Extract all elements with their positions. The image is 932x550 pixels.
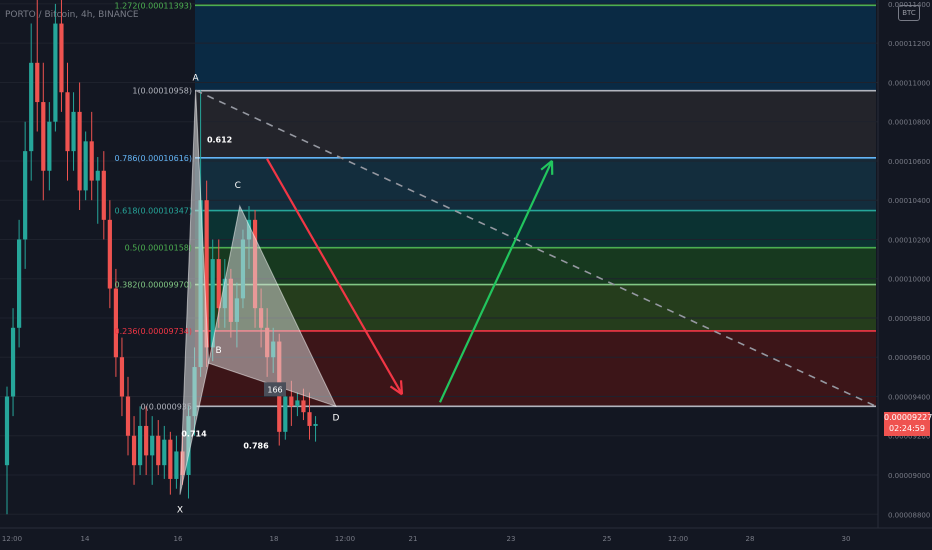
ratio-label: 0.612 bbox=[207, 135, 232, 144]
candle-body bbox=[313, 423, 318, 426]
price-chart[interactable]: 1.272(0.00011393) 1(0.00010958) 0.786(0.00… bbox=[0, 0, 932, 550]
candle-body bbox=[83, 141, 88, 191]
fib-zone-0.618 bbox=[195, 210, 876, 248]
currency-badge[interactable]: BTC bbox=[898, 5, 920, 21]
price-tick-label: 0.00010600 bbox=[888, 158, 930, 166]
time-tick-label: 21 bbox=[409, 535, 418, 543]
point-label-C: C bbox=[235, 181, 241, 191]
candle-body bbox=[95, 170, 100, 181]
price-tick-label: 0.00010800 bbox=[888, 119, 930, 127]
candle-body bbox=[168, 439, 173, 479]
candle-body bbox=[89, 141, 94, 181]
bar-countdown: 02:24:59 bbox=[889, 424, 925, 433]
candle-body bbox=[216, 259, 221, 309]
candle-body bbox=[119, 357, 125, 397]
fib-label-0.618: 0.618(0.00010347) bbox=[115, 207, 193, 216]
arrow-down-head bbox=[399, 380, 404, 395]
candle-body bbox=[307, 412, 312, 426]
fib-label-0: 0(0.0000935 bbox=[141, 402, 192, 411]
candle-body bbox=[77, 111, 82, 191]
price-tick-label: 0.00010400 bbox=[888, 197, 930, 205]
candle-body bbox=[156, 435, 161, 466]
candle-body bbox=[53, 23, 58, 122]
candle-body bbox=[4, 396, 10, 466]
price-tick-label: 0.00009000 bbox=[888, 472, 930, 480]
price-tick-label: 0.00009800 bbox=[888, 315, 930, 323]
time-axis-bg bbox=[0, 528, 932, 550]
fib-label-0.382: 0.382(0.00009970) bbox=[115, 281, 193, 290]
point-label-A: A bbox=[193, 73, 200, 83]
fib-label-0.5: 0.5(0.00010158) bbox=[125, 244, 192, 253]
candle-body bbox=[107, 219, 112, 289]
candle-body bbox=[10, 327, 16, 397]
time-tick-label: 30 bbox=[842, 535, 851, 543]
candle-body bbox=[150, 435, 155, 456]
candle-body bbox=[125, 396, 131, 436]
candle-body bbox=[144, 425, 149, 456]
price-tick-label: 0.00008800 bbox=[888, 511, 930, 519]
fib-zone-0.382 bbox=[195, 284, 876, 331]
time-tick-label: 28 bbox=[746, 535, 755, 543]
candle-body bbox=[65, 92, 70, 152]
candle-body bbox=[47, 121, 52, 171]
candle-body bbox=[301, 400, 306, 413]
price-tick-label: 0.00009600 bbox=[888, 354, 930, 362]
symbol-title: PORTO / Bitcoin, 4h, BINANCE bbox=[5, 10, 139, 20]
price-axis[interactable]: 0.000114000.000112000.000110000.00010800… bbox=[877, 0, 932, 550]
candle-body bbox=[162, 439, 167, 466]
time-tick-label: 14 bbox=[81, 535, 90, 543]
time-tick-label: 12:00 bbox=[335, 535, 355, 543]
time-axis[interactable]: 12:00 14 16 18 12:00 21 23 25 12:00 28 30 bbox=[0, 527, 932, 550]
candle-body bbox=[283, 396, 288, 432]
price-tick-label: 0.00011000 bbox=[888, 79, 930, 87]
price-tick-label: 0.00010000 bbox=[888, 276, 930, 284]
ratio-label: 166 bbox=[267, 385, 282, 394]
candle-body bbox=[71, 111, 76, 152]
candle-body bbox=[138, 425, 143, 466]
candle-body bbox=[59, 23, 64, 93]
ratio-label: 0.714 bbox=[181, 430, 207, 439]
fib-label-0.236: 0.236(0.00009734) bbox=[115, 327, 193, 336]
last-price-badge: 0.00009227 02:24:59 bbox=[884, 412, 932, 436]
fib-label-1: 1(0.00010958) bbox=[132, 87, 192, 96]
ratio-label: 0.786 bbox=[243, 441, 269, 450]
fib-zone-0.786 bbox=[195, 157, 876, 211]
candle-body bbox=[29, 62, 34, 152]
fib-level-labels: 1.272(0.00011393) 1(0.00010958) 0.786(0.00… bbox=[115, 1, 193, 411]
candle-body bbox=[174, 451, 179, 479]
candle-body bbox=[295, 400, 300, 407]
time-tick-label: 16 bbox=[174, 535, 183, 543]
candle-body bbox=[131, 435, 137, 466]
fib-label-1.272: 1.272(0.00011393) bbox=[115, 1, 193, 10]
fib-zone-1 bbox=[195, 90, 876, 158]
fib-zone-1.272 bbox=[195, 5, 876, 91]
time-tick-label: 25 bbox=[603, 535, 612, 543]
candle-body bbox=[41, 102, 46, 171]
candle-body bbox=[113, 288, 118, 358]
time-tick-label: 12:00 bbox=[668, 535, 688, 543]
fib-label-0.786: 0.786(0.00010616) bbox=[115, 154, 193, 163]
candle-body bbox=[101, 170, 106, 220]
candle-body bbox=[17, 239, 22, 328]
price-tick-label: 0.00011200 bbox=[888, 40, 930, 48]
candle-body bbox=[23, 151, 28, 240]
time-tick-label: 23 bbox=[507, 535, 516, 543]
last-price-value: 0.00009227 bbox=[884, 413, 932, 422]
point-label-B: B bbox=[216, 346, 222, 356]
point-label-D: D bbox=[333, 413, 340, 423]
candle-body bbox=[289, 396, 294, 407]
price-tick-label: 0.00009400 bbox=[888, 393, 930, 401]
point-label-X: X bbox=[177, 506, 183, 516]
time-tick-label: 12:00 bbox=[2, 535, 22, 543]
time-tick-label: 18 bbox=[270, 535, 279, 543]
candle-body bbox=[35, 62, 40, 103]
price-tick-label: 0.00010200 bbox=[888, 236, 930, 244]
